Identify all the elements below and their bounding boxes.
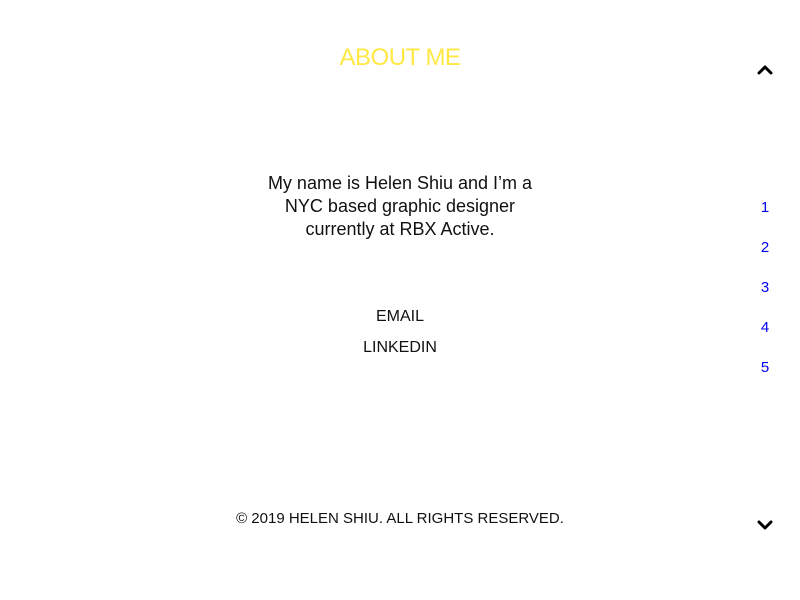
bio-line: currently at RBX Active. <box>305 219 495 239</box>
email-link-label[interactable]: EMAIL <box>376 308 424 325</box>
page-nav-item-1[interactable]: 1 <box>750 198 780 238</box>
page-nav-item-4[interactable]: 4 <box>750 318 780 358</box>
linkedin-link-label[interactable]: LINKEDIN <box>363 339 437 356</box>
linkedin-link[interactable]: LINKEDIN <box>0 339 800 357</box>
email-link[interactable]: EMAIL <box>0 308 800 326</box>
page-nav: 1 2 3 4 5 <box>750 198 780 398</box>
chevron-down-icon[interactable] <box>755 517 775 533</box>
bio-text: My name is Helen Shiu and I’m a NYC base… <box>240 172 560 241</box>
chevron-up-icon[interactable] <box>755 62 775 78</box>
page-nav-item-5[interactable]: 5 <box>750 358 780 398</box>
bio-line: My name is Helen Shiu and I’m a <box>267 173 533 193</box>
footer-copyright: © 2019 HELEN SHIU. ALL RIGHTS RESERVED. <box>236 510 564 527</box>
about-page: ABOUT ME My name is Helen Shiu and I’m a… <box>0 0 800 600</box>
bio-line: NYC based graphic designer <box>284 196 516 216</box>
page-nav-item-2[interactable]: 2 <box>750 238 780 278</box>
page-title: ABOUT ME <box>339 44 461 71</box>
page-nav-item-3[interactable]: 3 <box>750 278 780 318</box>
